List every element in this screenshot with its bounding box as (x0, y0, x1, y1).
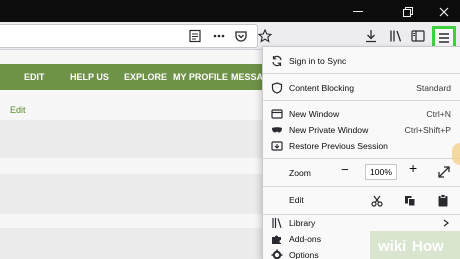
nav-item-help-us[interactable]: HELP US (70, 64, 109, 90)
restore-button[interactable] (388, 0, 428, 22)
site-navigation-bar: EDIT HELP US EXPLORE MY PROFILE MESSAG (0, 64, 270, 90)
content-card (0, 228, 262, 259)
downloads-icon[interactable] (364, 29, 378, 43)
library-icon (272, 218, 282, 228)
edit-row: Edit (263, 191, 460, 209)
minimize-icon (353, 11, 363, 13)
menu-item-label: Options (289, 250, 319, 259)
restore-icon (403, 6, 413, 17)
cut-icon[interactable] (371, 195, 383, 207)
menu-item-new-private-window[interactable]: New Private Window Ctrl+Shift+P (263, 122, 460, 138)
copy-icon[interactable] (404, 195, 416, 207)
sync-icon (272, 55, 282, 67)
menu-separator (263, 73, 460, 74)
edit-label: Edit (289, 195, 304, 205)
restore-session-icon (271, 141, 283, 151)
page-edit-link[interactable]: Edit (10, 105, 26, 115)
nav-item-edit[interactable]: EDIT (24, 64, 45, 90)
svg-text:How: How (412, 238, 444, 255)
zoom-in-button[interactable]: + (409, 160, 417, 176)
pocket-icon[interactable] (234, 29, 248, 43)
puzzle-piece-icon (272, 235, 281, 244)
shortcut-label: Ctrl+Shift+P (404, 125, 451, 135)
menu-separator (263, 158, 460, 159)
wikihow-watermark-logo: wiki How (370, 231, 460, 259)
menu-item-content-blocking[interactable]: Content Blocking Standard (263, 80, 460, 96)
menu-item-library[interactable]: Library (263, 215, 460, 231)
content-blocking-level: Standard (416, 83, 451, 93)
menu-item-restore-session[interactable]: Restore Previous Session (263, 138, 460, 154)
paste-icon[interactable] (437, 194, 449, 207)
shortcut-label: Ctrl+N (426, 109, 451, 119)
close-window-button[interactable] (424, 0, 460, 22)
scroll-indicator (452, 143, 460, 165)
close-icon (439, 7, 449, 17)
private-mask-icon (272, 127, 282, 133)
menu-item-label: Library (289, 218, 316, 228)
menu-separator (263, 100, 460, 101)
zoom-row: Zoom (263, 164, 460, 182)
fullscreen-icon[interactable] (438, 166, 450, 178)
menu-item-label: Restore Previous Session (289, 141, 388, 151)
menu-item-sign-in-sync[interactable]: Sign in to Sync (263, 53, 460, 69)
app-menu-panel: Sign in to Sync Content Blocking Standar… (262, 46, 460, 259)
zoom-label: Zoom (289, 168, 311, 178)
reader-view-icon[interactable] (188, 29, 202, 43)
menu-item-label: New Private Window (289, 125, 369, 135)
menu-separator (263, 186, 460, 187)
minimize-button[interactable] (338, 0, 378, 22)
sidebar-icon[interactable] (411, 29, 425, 43)
url-bar[interactable] (0, 24, 258, 48)
menu-item-label: Content Blocking (289, 83, 354, 93)
hamburger-menu-icon (439, 33, 449, 43)
content-card (0, 120, 262, 158)
svg-text:wiki: wiki (377, 238, 406, 255)
nav-item-explore[interactable]: EXPLORE (124, 64, 167, 90)
library-icon[interactable] (389, 29, 403, 43)
menu-item-label: Sign in to Sync (289, 56, 347, 66)
zoom-reset-button[interactable]: 100% (365, 164, 397, 180)
gear-icon (271, 249, 283, 259)
content-card (0, 174, 262, 214)
window-title-bar (0, 0, 460, 22)
menu-item-label: New Window (289, 109, 340, 119)
bookmark-star-icon[interactable] (258, 29, 272, 43)
shield-icon (271, 82, 283, 94)
zoom-out-button[interactable]: − (341, 162, 349, 177)
menu-item-new-window[interactable]: New Window Ctrl+N (263, 106, 460, 122)
nav-item-my-profile[interactable]: MY PROFILE (173, 64, 228, 90)
chevron-right-icon (443, 219, 449, 227)
page-actions-icon[interactable] (212, 29, 226, 43)
new-window-icon (271, 109, 283, 119)
menu-item-label: Add-ons (289, 234, 322, 244)
